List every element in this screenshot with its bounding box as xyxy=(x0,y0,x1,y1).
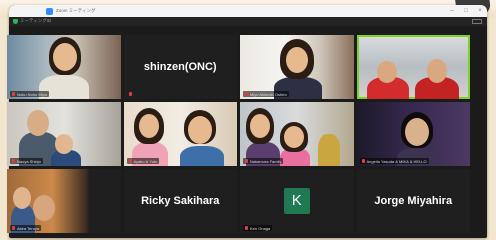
participant-name-tag: Ayako & Yuto xyxy=(126,158,160,164)
participant-name: Ken Onaga xyxy=(250,225,271,231)
participant-tile[interactable]: Miyu Akimoto Oshiro xyxy=(240,35,354,99)
participant-video xyxy=(55,134,73,154)
participant-name-tag: Angelia Yasuda & MIKA & HELLO xyxy=(359,158,429,164)
zoom-app-icon xyxy=(46,7,53,15)
participant-name: Miyu Akimoto Oshiro xyxy=(250,91,287,97)
participant-name: Naoya Shinjo xyxy=(17,158,41,164)
participant-video xyxy=(426,59,447,83)
participant-tile-active-speaker[interactable] xyxy=(356,35,470,99)
participant-display-name: Jorge Miyahira xyxy=(374,195,453,207)
minimize-button[interactable]: – xyxy=(445,5,459,17)
close-button[interactable]: × xyxy=(473,5,487,17)
mic-muted-icon xyxy=(12,159,15,163)
participant-video xyxy=(404,118,429,146)
meeting-toolbar: ミーティングID xyxy=(9,17,487,26)
participant-tile[interactable]: Nobu Noho Miya xyxy=(7,35,121,99)
participant-video xyxy=(33,195,55,221)
shield-icon[interactable] xyxy=(13,19,18,24)
mic-muted-icon xyxy=(128,92,132,96)
participant-video xyxy=(138,114,159,138)
participant-tile[interactable]: Ricky Sakihara xyxy=(123,169,237,233)
participant-name: Nobu Noho Miya xyxy=(17,91,47,97)
participant-video xyxy=(250,114,270,138)
title-bar: Zoom ミーティング – □ × xyxy=(9,5,487,17)
participant-video xyxy=(286,47,308,73)
participant-video xyxy=(187,116,212,144)
mic-muted-icon xyxy=(245,226,248,230)
participant-tile[interactable]: Naoya Shinjo xyxy=(7,102,121,166)
participant-display-name: shinzen(ONC) xyxy=(143,61,217,73)
participant-tile[interactable]: Akira Teruya xyxy=(7,169,121,233)
participant-name: Nakamura Family xyxy=(250,158,282,164)
avatar: K xyxy=(283,188,310,214)
mic-muted-icon xyxy=(12,92,15,96)
mic-muted-icon xyxy=(245,92,248,96)
participant-video xyxy=(284,126,304,148)
gallery-view-icon[interactable] xyxy=(472,19,482,24)
mic-muted-icon xyxy=(245,159,248,163)
participant-tile[interactable]: Ayako & Yuto xyxy=(123,102,237,166)
participant-video xyxy=(318,134,340,166)
participant-name-tag: Ken Onaga xyxy=(243,225,273,231)
participant-tile[interactable]: shinzen(ONC) xyxy=(123,35,237,99)
participant-name: Angelia Yasuda & MIKA & HELLO xyxy=(366,158,427,164)
participant-name-tag: Naoya Shinjo xyxy=(10,158,43,164)
gallery-grid: Nobu Noho Miya shinzen(ONC) Miyu Akimoto… xyxy=(7,35,470,233)
participant-video xyxy=(179,146,224,166)
participant-name-tag: Miyu Akimoto Oshiro xyxy=(243,91,289,97)
maximize-button[interactable]: □ xyxy=(459,5,473,17)
participant-video xyxy=(13,187,31,209)
participant-display-name: Ricky Sakihara xyxy=(141,195,220,207)
participant-name-tag: Nakamura Family xyxy=(243,158,284,164)
participant-name: Ayako & Yuto xyxy=(133,158,158,164)
participant-name-tag xyxy=(127,91,136,97)
mic-muted-icon xyxy=(128,159,132,163)
participant-tile[interactable]: K Ken Onaga xyxy=(240,169,354,233)
participant-tile[interactable]: Nakamura Family xyxy=(240,102,354,166)
participant-name: Akira Teruya xyxy=(17,225,40,231)
participant-name-tag: Akira Teruya xyxy=(10,225,42,231)
participant-tile[interactable]: Jorge Miyahira xyxy=(356,169,470,233)
window-title: Zoom ミーティング xyxy=(56,8,96,13)
participant-video xyxy=(53,43,77,71)
participant-video xyxy=(27,110,49,136)
participant-tile[interactable]: Angelia Yasuda & MIKA & HELLO xyxy=(356,102,470,166)
participant-video xyxy=(376,61,397,83)
participant-name-tag: Nobu Noho Miya xyxy=(10,91,49,97)
meeting-info[interactable]: ミーティングID xyxy=(20,18,51,24)
mic-muted-icon xyxy=(12,226,15,230)
mic-muted-icon xyxy=(361,159,365,163)
